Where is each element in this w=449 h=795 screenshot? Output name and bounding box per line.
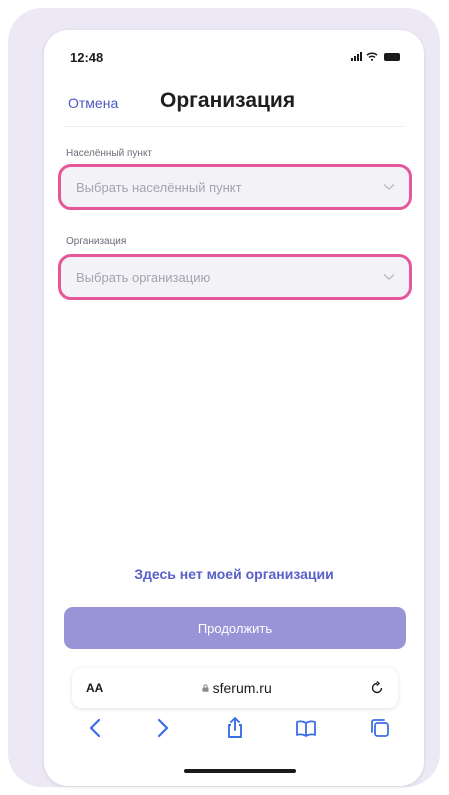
url-display[interactable]: sferum.ru (202, 680, 272, 696)
lock-icon (202, 684, 209, 692)
url-text: sferum.ru (212, 680, 272, 696)
screenshot-frame: 12:48 Отмена Организация Населённый пунк… (8, 8, 440, 787)
no-organization-link[interactable]: Здесь нет моей организации (44, 566, 424, 582)
status-time: 12:48 (70, 50, 104, 65)
bookmarks-icon[interactable] (294, 716, 318, 740)
wifi-icon (366, 52, 378, 61)
forward-icon[interactable] (150, 716, 174, 740)
organization-select[interactable]: Выбрать организацию (58, 254, 412, 300)
back-icon[interactable] (84, 716, 108, 740)
locality-select[interactable]: Выбрать населённый пункт (58, 164, 412, 210)
battery-icon (384, 53, 400, 61)
share-icon[interactable] (223, 716, 247, 740)
continue-label: Продолжить (197, 620, 273, 636)
tabs-icon[interactable] (368, 716, 392, 740)
reload-icon[interactable] (370, 681, 384, 695)
browser-toolbar (44, 716, 424, 746)
address-bar[interactable]: AA sferum.ru (72, 668, 398, 708)
cancel-button[interactable]: Отмена (68, 95, 118, 111)
chevron-down-icon (383, 273, 395, 280)
text-size-button[interactable]: AA (86, 681, 103, 695)
chevron-down-icon (383, 183, 395, 190)
home-indicator[interactable] (184, 769, 296, 773)
phone-screen: 12:48 Отмена Организация Населённый пунк… (44, 30, 424, 786)
locality-placeholder: Выбрать населённый пункт (76, 179, 242, 195)
organization-placeholder: Выбрать организацию (76, 269, 211, 285)
header-divider (64, 126, 404, 127)
locality-label: Населённый пункт (66, 148, 153, 159)
continue-button[interactable]: Продолжить (64, 607, 406, 649)
status-icons (351, 52, 400, 61)
organization-label: Организация (66, 236, 127, 247)
signal-icon (351, 52, 362, 61)
page-title: Организация (160, 89, 296, 112)
